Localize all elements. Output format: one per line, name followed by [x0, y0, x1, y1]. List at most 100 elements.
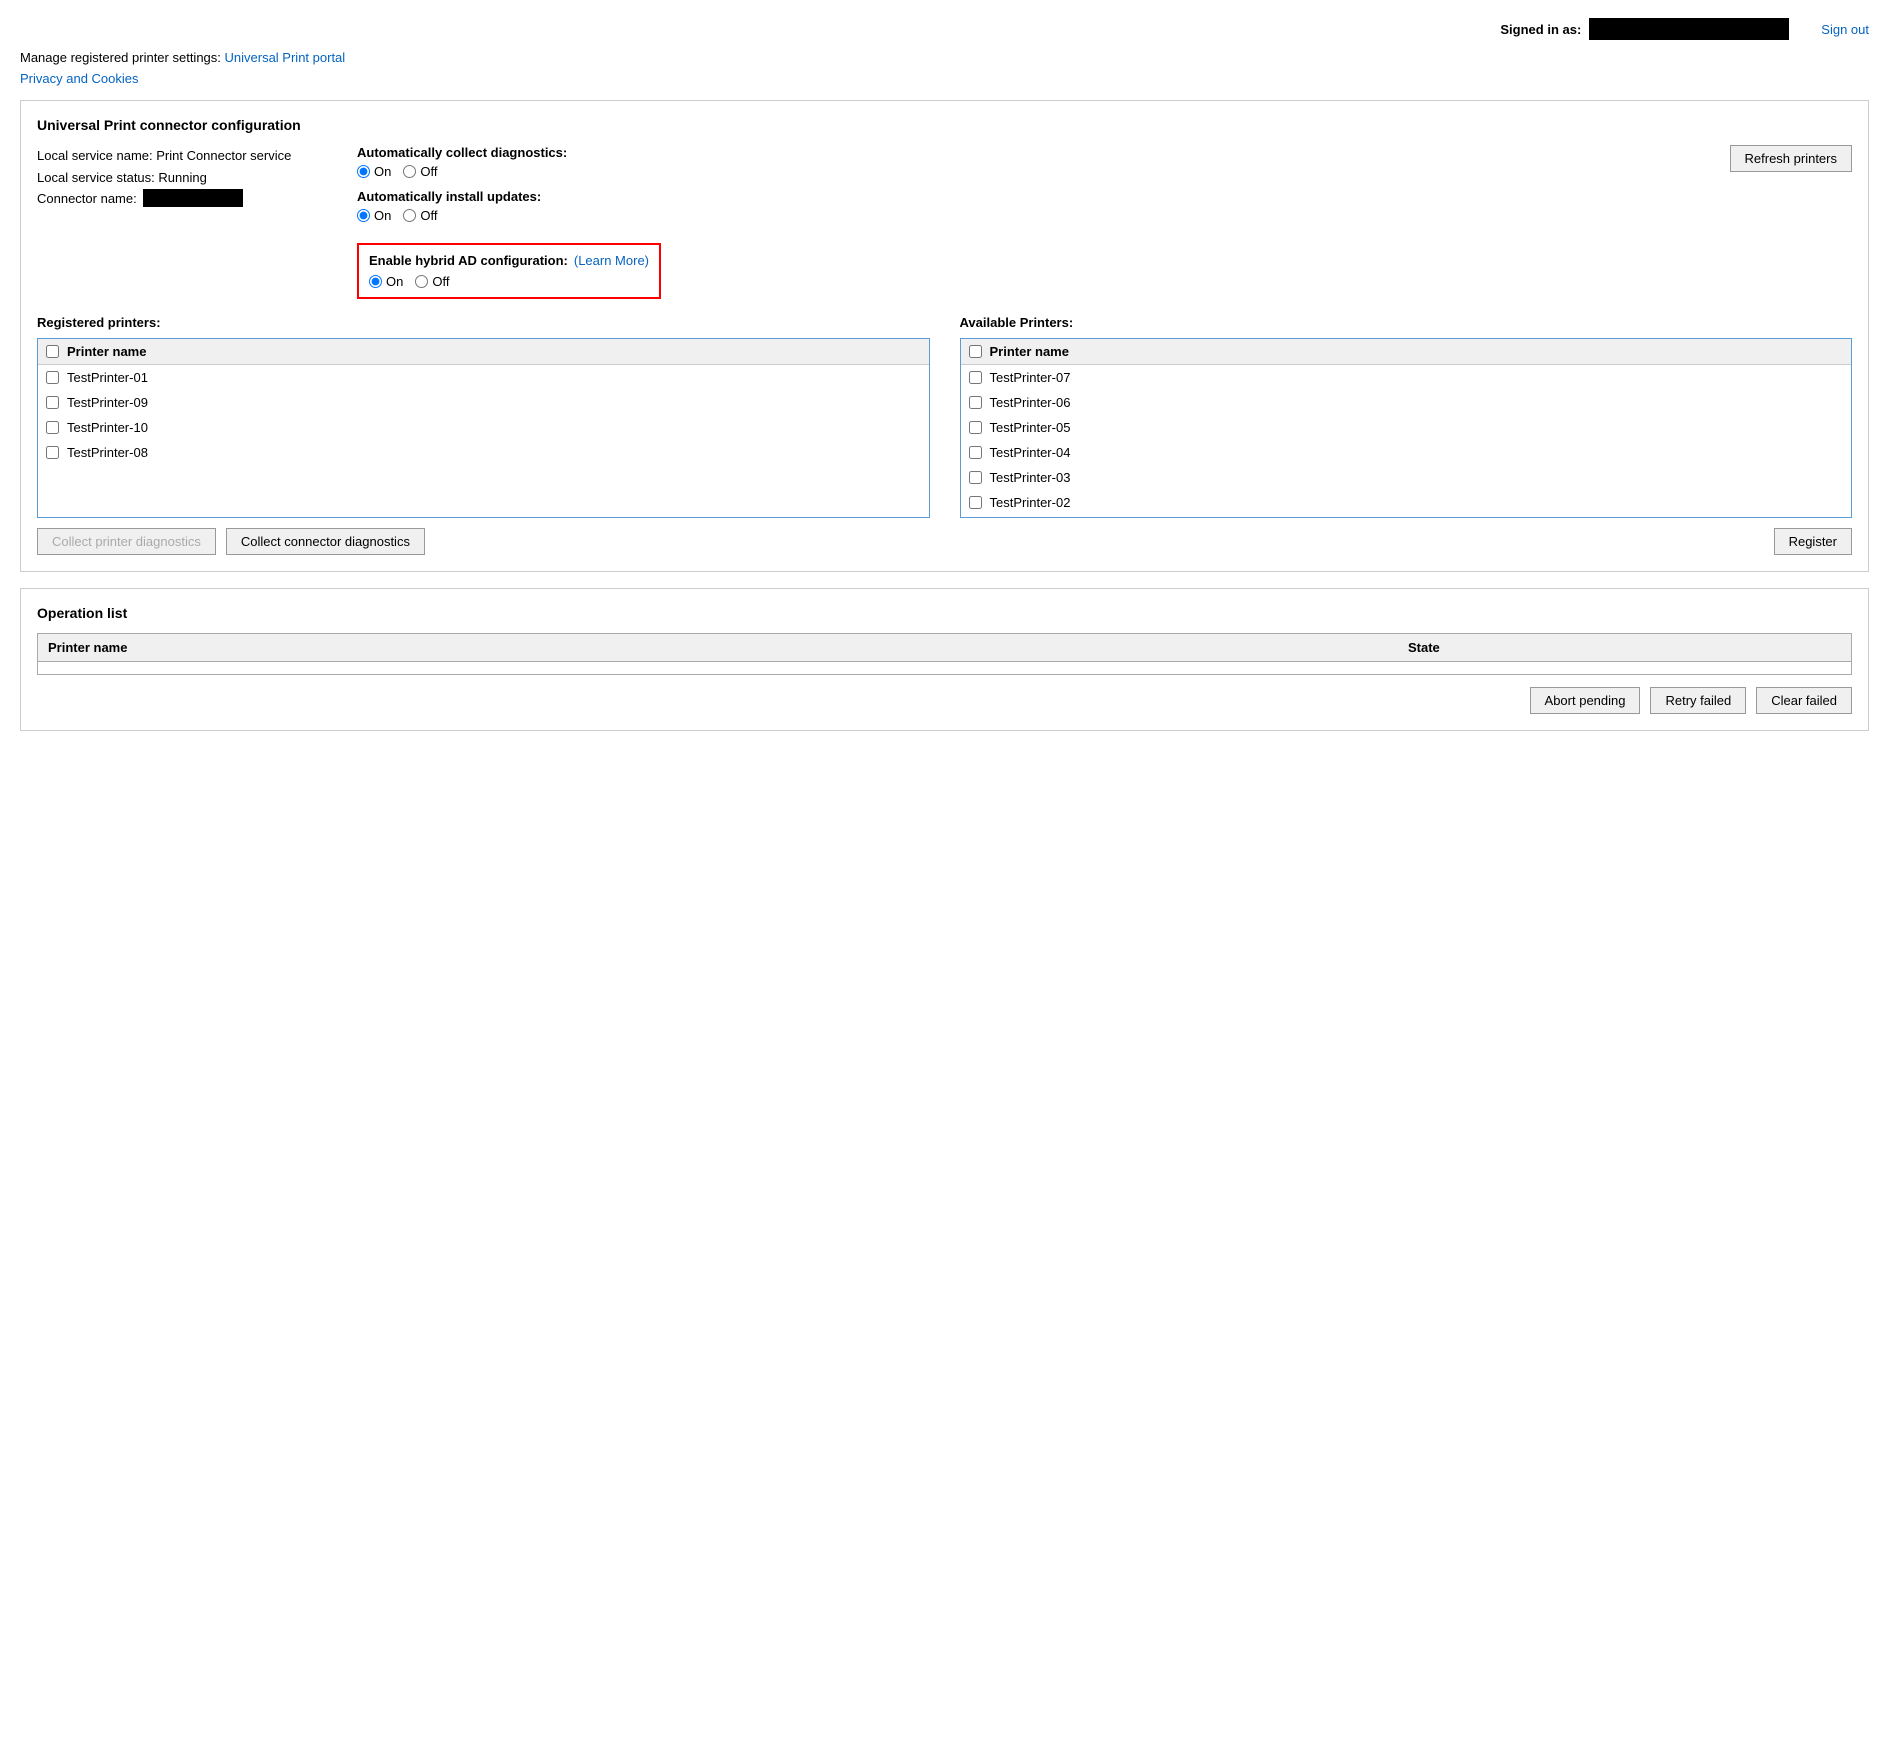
local-service-name: Local service name: Print Connector serv…: [37, 145, 317, 167]
available-printer-name: TestPrinter-07: [990, 370, 1071, 385]
registered-printer-checkbox[interactable]: [46, 371, 59, 384]
operation-buttons-row: Abort pending Retry failed Clear failed: [37, 687, 1852, 714]
available-printers-panel: Available Printers: Printer name TestPri…: [960, 315, 1853, 518]
operation-list-section: Operation list Printer name State Abort …: [20, 588, 1869, 731]
registered-printer-item[interactable]: TestPrinter-10: [38, 415, 929, 440]
auto-updates-off-text: Off: [420, 208, 437, 223]
available-printers-list: Printer name TestPrinter-07TestPrinter-0…: [960, 338, 1853, 518]
available-printer-checkbox[interactable]: [969, 496, 982, 509]
connector-name-value: [143, 189, 243, 207]
manage-text: Manage registered printer settings:: [20, 50, 221, 65]
registered-printer-checkbox[interactable]: [46, 446, 59, 459]
auto-updates-off-label[interactable]: Off: [403, 208, 437, 223]
auto-diagnostics-off-radio[interactable]: [403, 165, 416, 178]
available-printer-name: TestPrinter-06: [990, 395, 1071, 410]
signed-in-value: [1589, 18, 1789, 40]
registered-printer-name: TestPrinter-09: [67, 395, 148, 410]
hybrid-ad-section: Enable hybrid AD configuration: (Learn M…: [357, 243, 661, 299]
register-button[interactable]: Register: [1774, 528, 1852, 555]
auto-diagnostics-on-label[interactable]: On: [357, 164, 391, 179]
auto-diagnostics-off-label[interactable]: Off: [403, 164, 437, 179]
auto-updates-on-text: On: [374, 208, 391, 223]
registered-printers-header: Printer name: [38, 339, 929, 365]
available-printers-title: Available Printers:: [960, 315, 1853, 330]
retry-failed-button[interactable]: Retry failed: [1650, 687, 1746, 714]
config-left-panel: Local service name: Print Connector serv…: [37, 145, 317, 299]
operation-table: Printer name State: [37, 633, 1852, 675]
registered-printers-select-all[interactable]: [46, 345, 59, 358]
available-printer-name: TestPrinter-04: [990, 445, 1071, 460]
available-printer-name: TestPrinter-05: [990, 420, 1071, 435]
available-printer-checkbox[interactable]: [969, 396, 982, 409]
abort-pending-button[interactable]: Abort pending: [1530, 687, 1641, 714]
registered-printer-item[interactable]: TestPrinter-09: [38, 390, 929, 415]
registered-printers-header-label: Printer name: [67, 344, 146, 359]
op-table-empty-printer: [38, 662, 1399, 675]
available-printer-item[interactable]: TestPrinter-06: [961, 390, 1852, 415]
registered-printer-name: TestPrinter-10: [67, 420, 148, 435]
available-printer-checkbox[interactable]: [969, 371, 982, 384]
op-table-state-col-header: State: [1398, 634, 1852, 662]
auto-diagnostics-section: Automatically collect diagnostics: On Of…: [357, 145, 661, 179]
collect-printer-diagnostics-button[interactable]: Collect printer diagnostics: [37, 528, 216, 555]
available-printers-header-label: Printer name: [990, 344, 1069, 359]
operation-table-body: [38, 662, 1852, 675]
auto-diagnostics-label: Automatically collect diagnostics:: [357, 145, 661, 160]
available-printers-header: Printer name: [961, 339, 1852, 365]
available-printer-item[interactable]: TestPrinter-02: [961, 490, 1852, 515]
hybrid-on-text: On: [386, 274, 403, 289]
registered-printers-list: Printer name TestPrinter-01TestPrinter-0…: [37, 338, 930, 518]
registered-printers-title: Registered printers:: [37, 315, 930, 330]
available-printer-item[interactable]: TestPrinter-05: [961, 415, 1852, 440]
available-printer-checkbox[interactable]: [969, 421, 982, 434]
hybrid-on-radio[interactable]: [369, 275, 382, 288]
privacy-cookies-link[interactable]: Privacy and Cookies: [20, 71, 139, 86]
hybrid-ad-label: Enable hybrid AD configuration:: [369, 253, 568, 268]
hybrid-on-label[interactable]: On: [369, 274, 403, 289]
available-printer-name: TestPrinter-02: [990, 495, 1071, 510]
registered-printer-name: TestPrinter-08: [67, 445, 148, 460]
local-service-status: Local service status: Running: [37, 167, 317, 189]
registered-printer-name: TestPrinter-01: [67, 370, 148, 385]
connector-config-section: Universal Print connector configuration …: [20, 100, 1869, 572]
config-right-panel: Automatically collect diagnostics: On Of…: [357, 145, 1852, 299]
registered-printer-item[interactable]: TestPrinter-08: [38, 440, 929, 465]
learn-more-link[interactable]: (Learn More): [574, 253, 649, 268]
auto-updates-on-label[interactable]: On: [357, 208, 391, 223]
operation-list-title: Operation list: [37, 605, 1852, 621]
hybrid-off-label[interactable]: Off: [415, 274, 449, 289]
available-printer-item[interactable]: TestPrinter-07: [961, 365, 1852, 390]
printer-action-buttons-row: Collect printer diagnostics Collect conn…: [37, 528, 1852, 555]
connector-name-label: Connector name:: [37, 191, 137, 206]
sign-out-link[interactable]: Sign out: [1821, 22, 1869, 37]
registered-printer-checkbox[interactable]: [46, 396, 59, 409]
available-printers-select-all[interactable]: [969, 345, 982, 358]
registered-printer-item[interactable]: TestPrinter-01: [38, 365, 929, 390]
available-printer-checkbox[interactable]: [969, 471, 982, 484]
hybrid-off-radio[interactable]: [415, 275, 428, 288]
registered-printers-panel: Registered printers: Printer name TestPr…: [37, 315, 930, 518]
auto-updates-section: Automatically install updates: On Off: [357, 189, 661, 223]
available-printers-list-body: TestPrinter-07 TestPrinter-06 TestPrinter-…: [961, 365, 1852, 515]
connector-config-title: Universal Print connector configuration: [37, 117, 1852, 133]
auto-updates-on-radio[interactable]: [357, 209, 370, 222]
auto-diagnostics-off-text: Off: [420, 164, 437, 179]
clear-failed-button[interactable]: Clear failed: [1756, 687, 1852, 714]
available-printer-name: TestPrinter-03: [990, 470, 1071, 485]
collect-connector-diagnostics-button[interactable]: Collect connector diagnostics: [226, 528, 425, 555]
signed-in-label: Signed in as:: [1500, 22, 1581, 37]
available-printer-item[interactable]: TestPrinter-04: [961, 440, 1852, 465]
refresh-printers-button[interactable]: Refresh printers: [1730, 145, 1852, 172]
universal-print-portal-link[interactable]: Universal Print portal: [225, 50, 346, 65]
auto-diagnostics-on-text: On: [374, 164, 391, 179]
auto-updates-off-radio[interactable]: [403, 209, 416, 222]
auto-diagnostics-on-radio[interactable]: [357, 165, 370, 178]
available-printer-item[interactable]: TestPrinter-03: [961, 465, 1852, 490]
registered-printers-list-body: TestPrinter-01 TestPrinter-09 TestPrinter-…: [38, 365, 929, 465]
available-printer-checkbox[interactable]: [969, 446, 982, 459]
op-table-printer-col-header: Printer name: [38, 634, 1399, 662]
op-table-empty-state: [1398, 662, 1852, 675]
registered-printer-checkbox[interactable]: [46, 421, 59, 434]
auto-updates-label: Automatically install updates:: [357, 189, 661, 204]
hybrid-off-text: Off: [432, 274, 449, 289]
